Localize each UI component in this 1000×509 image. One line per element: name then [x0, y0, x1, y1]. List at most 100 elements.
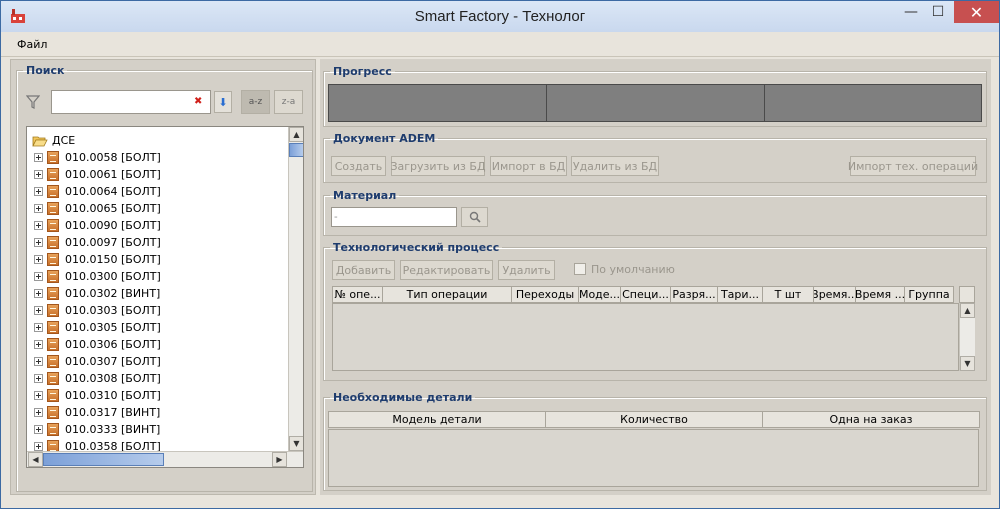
process-column-header[interactable]: Тип операции — [382, 286, 512, 303]
process-column-header[interactable]: Разря... — [670, 286, 718, 303]
process-column-header[interactable]: Специ... — [620, 286, 671, 303]
delete-from-db-button[interactable]: Удалить из БД — [571, 156, 659, 176]
tree-horizontal-scrollbar[interactable]: ◀ ▶ — [27, 451, 303, 467]
process-column-header[interactable]: Моде... — [578, 286, 621, 303]
sort-za-button[interactable]: z-a — [274, 90, 303, 114]
tree-item[interactable]: 010.0333 [ВИНТ] — [34, 421, 160, 438]
process-column-header[interactable]: Время... — [813, 286, 856, 303]
tree-item[interactable]: 010.0303 [БОЛТ] — [34, 302, 161, 319]
scroll-thumb[interactable] — [289, 143, 303, 157]
tree-item[interactable]: 010.0306 [БОЛТ] — [34, 336, 161, 353]
process-scroll-down-button[interactable]: ▼ — [960, 356, 975, 371]
expand-icon[interactable] — [34, 425, 43, 434]
tree-item[interactable]: 010.0300 [БОЛТ] — [34, 268, 161, 285]
process-column-header[interactable]: Переходы — [511, 286, 579, 303]
part-icon — [47, 151, 59, 164]
expand-icon[interactable] — [34, 238, 43, 247]
parts-column-header[interactable]: Количество — [545, 411, 763, 428]
process-column-header[interactable]: № опе... — [332, 286, 383, 303]
menu-bar: Файл — [1, 32, 999, 57]
maximize-button[interactable]: ☐ — [923, 1, 953, 23]
part-icon — [47, 219, 59, 232]
tree-item[interactable]: 010.0307 [БОЛТ] — [34, 353, 161, 370]
process-column-header[interactable]: Т шт — [762, 286, 814, 303]
expand-icon[interactable] — [34, 357, 43, 366]
filter-icon[interactable] — [26, 95, 40, 109]
expand-icon[interactable] — [34, 408, 43, 417]
tree-item[interactable]: 010.0305 [БОЛТ] — [34, 319, 161, 336]
dse-tree[interactable]: ДСЕ 010.0058 [БОЛТ] 010.0061 [БОЛТ] 010.00… — [26, 126, 304, 468]
parts-column-header[interactable]: Одна на заказ — [762, 411, 980, 428]
download-button[interactable]: ⬇ — [214, 91, 232, 113]
expand-icon[interactable] — [34, 187, 43, 196]
process-column-header[interactable]: Время ... — [855, 286, 905, 303]
expand-icon[interactable] — [34, 255, 43, 264]
scroll-right-button[interactable]: ▶ — [272, 452, 287, 467]
process-grid-body[interactable] — [332, 303, 959, 371]
tree-item-label: 010.0065 [БОЛТ] — [65, 202, 161, 215]
close-button[interactable]: ✕ — [954, 1, 999, 23]
tree-vertical-scrollbar[interactable]: ▲ ▼ — [288, 127, 303, 451]
tree-item[interactable]: 010.0150 [БОЛТ] — [34, 251, 161, 268]
part-icon — [47, 304, 59, 317]
tree-item-label: 010.0300 [БОЛТ] — [65, 270, 161, 283]
expand-icon[interactable] — [34, 170, 43, 179]
expand-icon[interactable] — [34, 340, 43, 349]
default-checkbox[interactable] — [574, 263, 586, 275]
search-input[interactable] — [51, 90, 211, 114]
expand-icon[interactable] — [34, 442, 43, 451]
menu-file[interactable]: Файл — [17, 38, 47, 51]
tree-root[interactable]: ДСЕ — [32, 132, 75, 149]
expand-icon[interactable] — [34, 289, 43, 298]
tree-item[interactable]: 010.0058 [БОЛТ] — [34, 149, 161, 166]
tree-item[interactable]: 010.0061 [БОЛТ] — [34, 166, 161, 183]
create-button[interactable]: Создать — [331, 156, 386, 176]
tree-item-label: 010.0302 [ВИНТ] — [65, 287, 161, 300]
part-icon — [47, 253, 59, 266]
expand-icon[interactable] — [34, 221, 43, 230]
material-input[interactable] — [331, 207, 457, 227]
sort-az-button[interactable]: a-z — [241, 90, 270, 114]
scroll-up-button[interactable]: ▲ — [289, 127, 303, 142]
load-from-db-button[interactable]: Загрузить из БД — [390, 156, 486, 176]
tree-item[interactable]: 010.0064 [БОЛТ] — [34, 183, 161, 200]
tree-item[interactable]: 010.0317 [ВИНТ] — [34, 404, 160, 421]
edit-button[interactable]: Редактировать — [400, 260, 493, 280]
scroll-down-button[interactable]: ▼ — [289, 436, 303, 451]
expand-icon[interactable] — [34, 323, 43, 332]
tree-item[interactable]: 010.0308 [БОЛТ] — [34, 370, 161, 387]
tree-item-label: 010.0058 [БОЛТ] — [65, 151, 161, 164]
clear-search-icon[interactable]: ✖ — [194, 96, 202, 107]
expand-icon[interactable] — [34, 272, 43, 281]
material-search-button[interactable] — [461, 207, 488, 227]
expand-icon[interactable] — [34, 204, 43, 213]
expand-icon[interactable] — [34, 391, 43, 400]
add-button[interactable]: Добавить — [332, 260, 395, 280]
search-icon — [469, 211, 481, 223]
title-bar[interactable]: Smart Factory - Технолог — ☐ ✕ — [1, 1, 999, 33]
process-column-header[interactable]: Группа — [904, 286, 954, 303]
tree-item[interactable]: 010.0065 [БОЛТ] — [34, 200, 161, 217]
tree-item-label: 010.0317 [ВИНТ] — [65, 406, 161, 419]
delete-button[interactable]: Удалить — [498, 260, 555, 280]
tree-item[interactable]: 010.0090 [БОЛТ] — [34, 217, 161, 234]
process-scroll-up-button[interactable]: ▲ — [960, 303, 975, 318]
process-grid-scrollbar[interactable]: ▲ ▼ — [959, 303, 975, 371]
scroll-left-button[interactable]: ◀ — [28, 452, 43, 467]
tree-item[interactable]: 010.0302 [ВИНТ] — [34, 285, 160, 302]
import-to-db-button[interactable]: Импорт в БД — [490, 156, 567, 176]
horizontal-scroll-thumb[interactable] — [43, 453, 164, 466]
expand-icon[interactable] — [34, 153, 43, 162]
tree-item[interactable]: 010.0310 [БОЛТ] — [34, 387, 161, 404]
import-operations-button[interactable]: Импорт тех. операций — [848, 156, 978, 176]
process-column-header[interactable]: Тари... — [717, 286, 763, 303]
tree-item-label: 010.0090 [БОЛТ] — [65, 219, 161, 232]
parts-grid-body[interactable] — [328, 429, 979, 487]
parts-column-header[interactable]: Модель детали — [328, 411, 546, 428]
progress-cell-3 — [764, 84, 982, 122]
minimize-button[interactable]: — — [896, 1, 926, 23]
tree-item[interactable]: 010.0097 [БОЛТ] — [34, 234, 161, 251]
expand-icon[interactable] — [34, 306, 43, 315]
expand-icon[interactable] — [34, 374, 43, 383]
part-icon — [47, 236, 59, 249]
